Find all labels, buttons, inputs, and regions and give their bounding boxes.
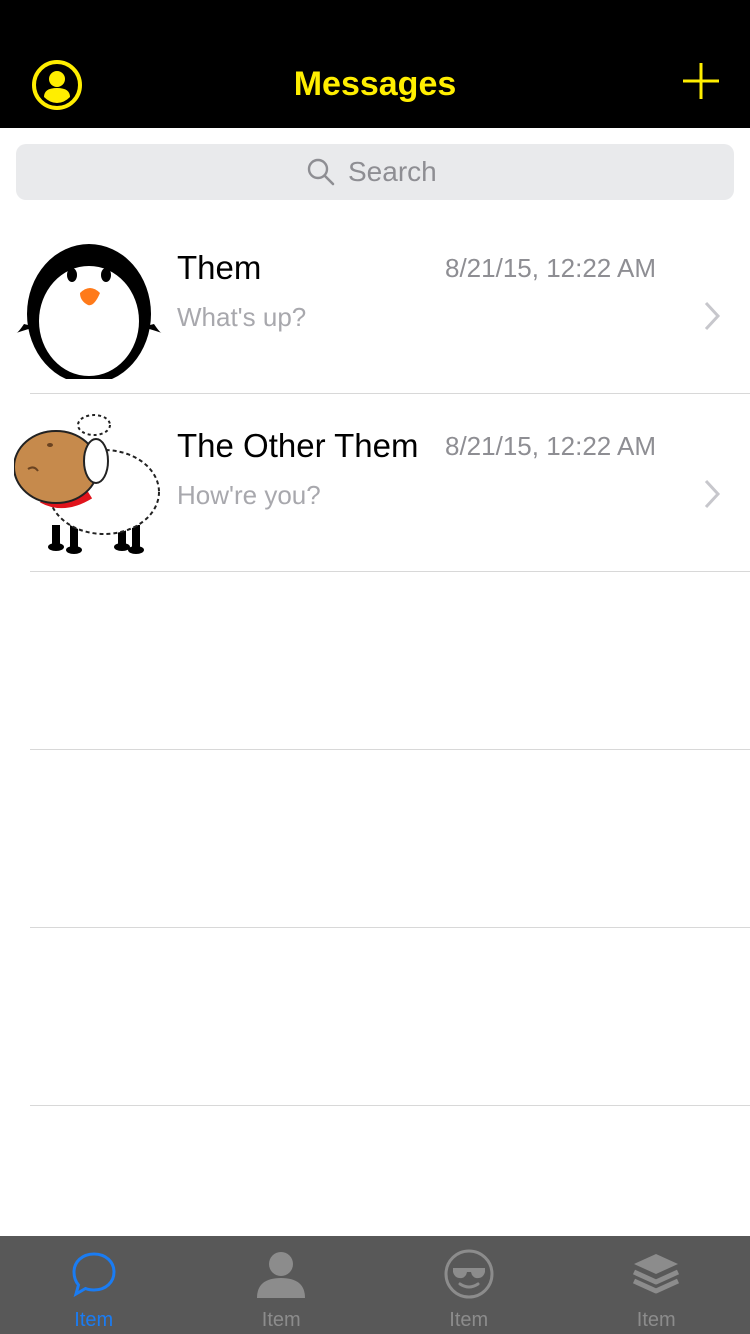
tab-label: Item <box>449 1309 489 1331</box>
message-timestamp: 8/21/15, 12:22 AM <box>445 431 657 461</box>
penguin-avatar <box>16 244 162 379</box>
message-preview: What's up? <box>177 302 307 332</box>
tab-label: Item <box>74 1309 114 1331</box>
person-icon <box>257 1252 306 1298</box>
tab-contacts[interactable]: Item <box>188 1236 376 1334</box>
conversation-row[interactable]: The Other Them 8/21/15, 12:22 AM How're … <box>0 393 750 571</box>
row-separator <box>30 749 750 750</box>
tab-label: Item <box>261 1309 301 1331</box>
tab-emoji[interactable]: Item <box>375 1236 563 1334</box>
tab-layers[interactable]: Item <box>563 1236 750 1334</box>
tab-bar: Item Item Item Item <box>0 1236 750 1334</box>
layers-icon <box>633 1254 680 1294</box>
conversation-row[interactable]: Them 8/21/15, 12:22 AM What's up? <box>0 215 750 393</box>
navigation-bar: Messages <box>0 0 750 128</box>
row-separator <box>30 1105 750 1106</box>
sunglasses-face-icon <box>444 1249 494 1299</box>
sheep-avatar <box>14 414 160 554</box>
add-button[interactable] <box>680 60 722 102</box>
messages-screen: Messages Them 8/21/15, 12:22 <box>0 0 750 1334</box>
message-timestamp: 8/21/15, 12:22 AM <box>445 253 657 283</box>
row-separator <box>30 571 750 572</box>
page-title: Messages <box>293 65 457 103</box>
plus-icon <box>683 63 719 99</box>
chevron-right-icon <box>704 479 721 509</box>
message-preview: How're you? <box>177 480 321 510</box>
search-input[interactable] <box>348 152 444 192</box>
contact-name: The Other Them <box>177 427 419 464</box>
contact-name: Them <box>177 249 262 286</box>
tab-messages[interactable]: Item <box>0 1236 188 1334</box>
chevron-right-icon <box>704 301 721 331</box>
tab-label: Item <box>636 1309 676 1331</box>
search-bar[interactable] <box>16 144 734 200</box>
row-separator <box>30 927 750 928</box>
chat-bubble-icon <box>72 1252 116 1298</box>
search-icon <box>307 158 335 186</box>
